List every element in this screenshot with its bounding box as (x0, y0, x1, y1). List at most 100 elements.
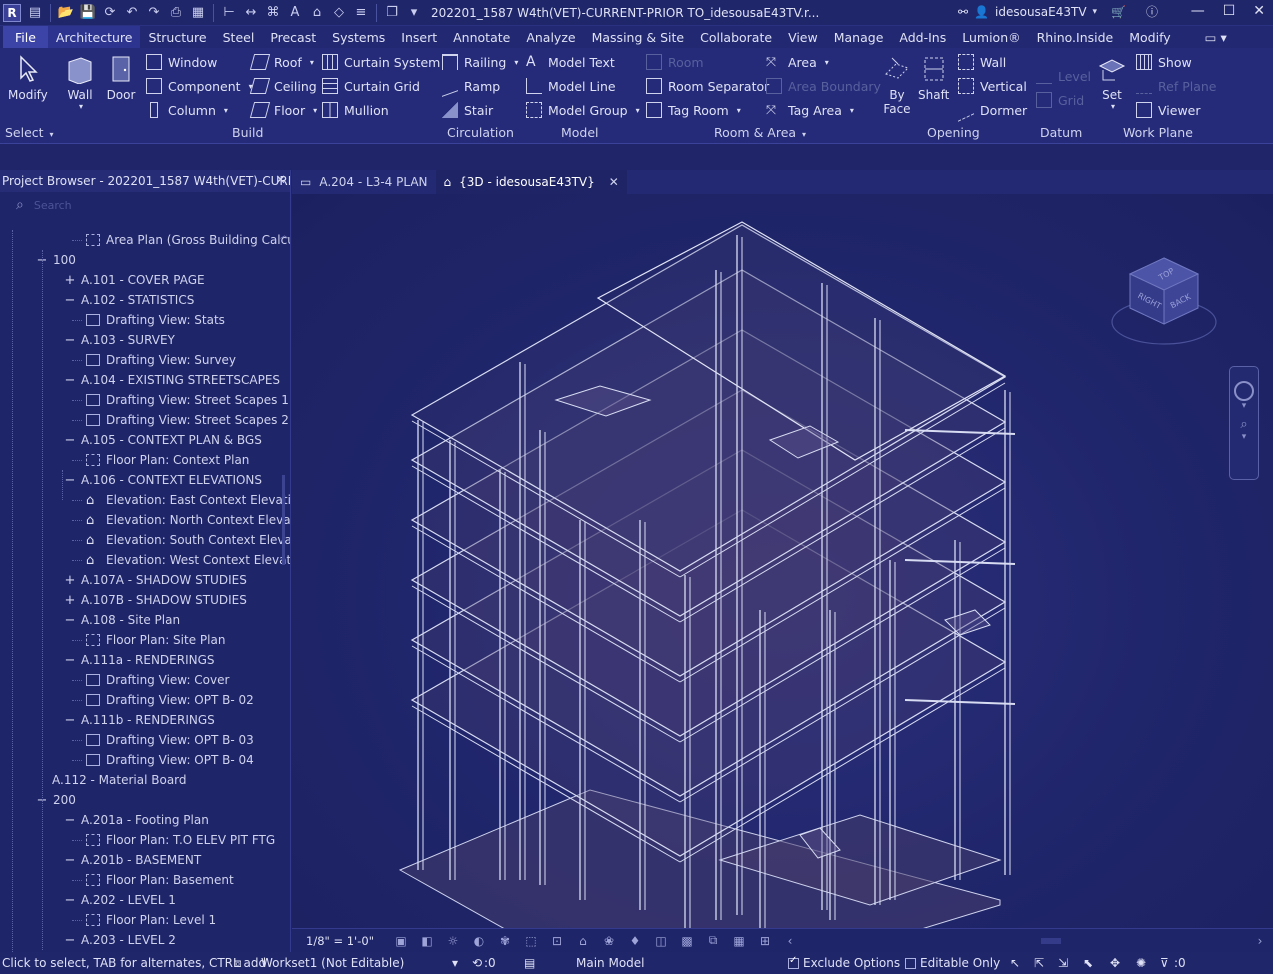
menu-lumion[interactable]: Lumion® (954, 26, 1028, 48)
analytical-model-icon[interactable]: ⧉ (705, 933, 721, 948)
view-item[interactable]: ⌂ Elevation: South Context Elevati (86, 530, 290, 550)
sheet-item[interactable]: + A.101 - COVER PAGE (64, 270, 205, 290)
expand-icon[interactable]: + (64, 273, 76, 288)
view-item[interactable]: Floor Plan: Site Plan (86, 630, 225, 650)
model-panel-label[interactable]: Model (561, 125, 599, 140)
drag-elements-icon[interactable]: ✥ (1110, 956, 1120, 970)
menu-rhino-inside[interactable]: Rhino.Inside (1029, 26, 1122, 48)
menu-precast[interactable]: Precast (262, 26, 324, 48)
curtain-grid-button[interactable]: Curtain Grid (322, 78, 420, 94)
sheet-item[interactable]: A.112 - Material Board (52, 770, 187, 790)
build-panel-label[interactable]: Build (232, 125, 263, 140)
mullion-button[interactable]: Mullion (322, 102, 389, 118)
redo-icon[interactable]: ↷ (144, 3, 164, 23)
view-item[interactable]: ⌂ Elevation: West Context Elevatic (86, 550, 290, 570)
detail-level-icon[interactable]: ▣ (393, 934, 409, 948)
opening-panel-label[interactable]: Opening (927, 125, 980, 140)
sheet-item[interactable]: − A.201b - BASEMENT (64, 850, 202, 870)
select-panel-label[interactable]: Select ▾ (5, 125, 54, 140)
menu-architecture[interactable]: Architecture (47, 26, 141, 48)
sheet-item[interactable]: − A.108 - Site Plan (64, 610, 181, 630)
save-icon[interactable]: 💾 (78, 3, 98, 23)
set-button[interactable]: Set ▾ (1097, 54, 1127, 111)
room-separator-button[interactable]: Room Separator (646, 78, 769, 94)
render-icon[interactable]: ✾ (497, 934, 513, 948)
show-crop-icon[interactable]: ⊡ (549, 934, 565, 948)
view-tab[interactable]: ▭ A.204 - L3-4 PLAN (292, 170, 436, 194)
door-button[interactable]: Door (106, 54, 136, 102)
close-tab-icon[interactable]: ✕ (609, 175, 619, 189)
menu-insert[interactable]: Insert (393, 26, 445, 48)
filter-icon[interactable]: ⊽ (1160, 956, 1169, 970)
collapse-icon[interactable]: − (64, 653, 76, 668)
highlight-displacement-icon[interactable]: ▦ (731, 934, 747, 948)
sync-icon[interactable]: ⟳ (100, 3, 120, 23)
temp-view-properties-icon[interactable]: ◫ (653, 934, 669, 948)
collapse-icon[interactable]: − (64, 333, 76, 348)
sheet-item[interactable]: − A.106 - CONTEXT ELEVATIONS (64, 470, 262, 490)
scale-selector[interactable]: 1/8" = 1'-0" (306, 934, 374, 948)
3d-view-icon[interactable]: ⌂ (307, 3, 327, 23)
sun-path-icon[interactable]: ☼ (445, 934, 461, 948)
scroll-right-icon[interactable]: › (1252, 934, 1268, 948)
circulation-panel-label[interactable]: Circulation (447, 125, 514, 140)
select-pinned-icon[interactable]: ⇲ (1058, 956, 1068, 970)
design-options-icon[interactable]: ▤ (524, 956, 535, 970)
crop-view-icon[interactable]: ⬚ (523, 934, 539, 948)
zoom-icon[interactable]: ⌕ (1230, 417, 1258, 432)
open-icon[interactable]: 📂 (56, 3, 76, 23)
window-button[interactable]: Window (146, 54, 217, 70)
collapse-icon[interactable]: − (64, 853, 76, 868)
editing-requests-icon[interactable]: ⟲ (472, 956, 482, 970)
main-model-selector[interactable]: Main Model (576, 956, 645, 970)
app-menu-button[interactable]: R (3, 3, 21, 22)
collapse-icon[interactable]: − (64, 613, 76, 628)
level-button[interactable]: Level (1036, 68, 1091, 84)
show-button[interactable]: Show (1136, 54, 1192, 70)
workset-selector[interactable]: Workset1 (Not Editable) (261, 956, 404, 970)
sheet-item[interactable]: + A.107A - SHADOW STUDIES (64, 570, 247, 590)
collapse-icon[interactable]: − (64, 813, 76, 828)
sheet-item[interactable]: − A.111b - RENDERINGS (64, 710, 215, 730)
vertical-button[interactable]: Vertical (958, 78, 1027, 94)
tag-icon[interactable]: ⌘ (263, 3, 283, 23)
exclude-options-checkbox[interactable]: Exclude Options (788, 955, 900, 970)
print-icon[interactable]: ⎙ (166, 3, 186, 23)
editable-only-checkbox[interactable]: Editable Only (905, 956, 1000, 970)
column-button[interactable]: Column ▾ (146, 102, 228, 118)
view-item[interactable]: Drafting View: Cover (86, 670, 229, 690)
menu-manage[interactable]: Manage (826, 26, 892, 48)
select-by-face-icon[interactable]: ⬉ (1083, 956, 1093, 970)
grid-button[interactable]: Grid (1036, 92, 1084, 108)
view-cube[interactable]: TOP RIGHT BACK (1108, 252, 1220, 352)
collapse-icon[interactable]: − (64, 893, 76, 908)
checkbox-unchecked[interactable] (905, 957, 916, 969)
cart-icon[interactable]: 🛒 (1111, 5, 1126, 19)
steering-wheel-icon[interactable] (1234, 381, 1254, 401)
sheet-item[interactable]: − A.203 - LEVEL 2 (64, 930, 176, 950)
home-icon[interactable]: ▤ (25, 3, 45, 23)
sheet-item[interactable]: + A.107B - SHADOW STUDIES (64, 590, 247, 610)
by-face-button[interactable]: By Face (882, 54, 912, 116)
select-links-icon[interactable]: ↖ (1010, 956, 1020, 970)
collapse-icon[interactable]: − (64, 713, 76, 728)
view-item[interactable]: Floor Plan: Basement (86, 870, 234, 890)
view-item[interactable]: Drafting View: OPT B- 04 (86, 750, 254, 770)
horizontal-scrollbar[interactable] (811, 937, 1239, 944)
view-item[interactable]: Floor Plan: Context Plan (86, 450, 249, 470)
model-text-button[interactable]: A Model Text (526, 54, 615, 70)
ramp-button[interactable]: Ramp (442, 75, 500, 97)
model-group-button[interactable]: Model Group ▾ (526, 102, 640, 118)
sheet-item[interactable]: − A.105 - CONTEXT PLAN & BGS (64, 430, 262, 450)
menu-massing-site[interactable]: Massing & Site (584, 26, 693, 48)
view-item[interactable]: Drafting View: Survey (86, 350, 236, 370)
help-icon[interactable]: ⓘ (1146, 3, 1158, 20)
menu-annotate[interactable]: Annotate (445, 26, 518, 48)
layout-icon[interactable]: ▦ (188, 3, 208, 23)
expand-icon[interactable]: + (64, 593, 76, 608)
worksharing-display-icon[interactable]: ▩ (679, 934, 695, 948)
railing-button[interactable]: Railing ▾ (442, 54, 518, 70)
view-item[interactable]: Drafting View: Street Scapes 1 (86, 390, 289, 410)
dimension-icon[interactable]: ↔ (241, 3, 261, 23)
chevron-down-icon[interactable]: ▾ (1093, 7, 1098, 17)
